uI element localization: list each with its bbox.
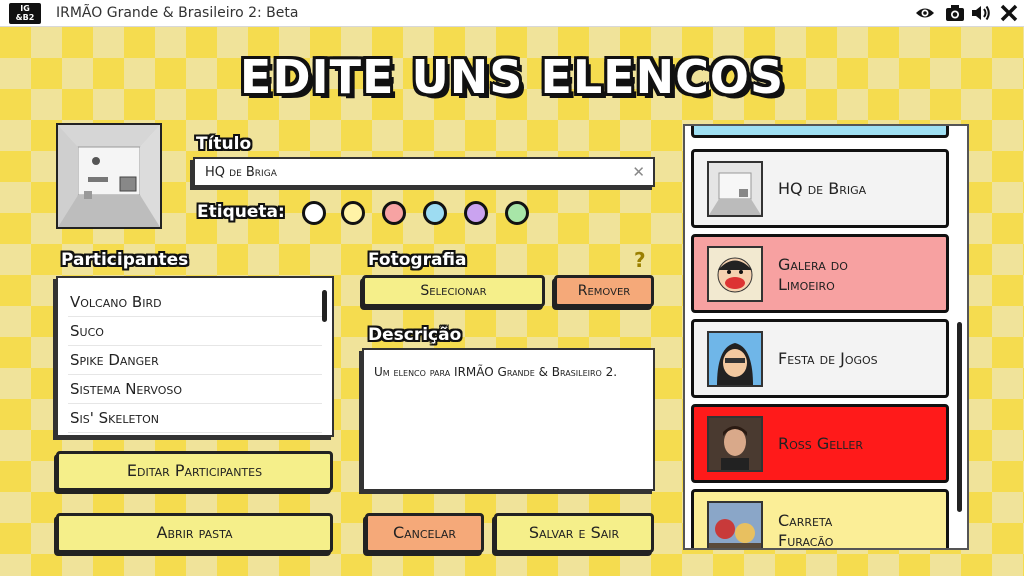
close-icon[interactable] [998, 3, 1020, 23]
logo-text-top: IG [20, 4, 30, 13]
cast-thumbnail-small [707, 331, 763, 387]
cast-list-scrollbar[interactable] [957, 322, 962, 512]
list-item[interactable]: Sistema Nervoso [68, 375, 322, 404]
edit-participants-button[interactable]: Editar Participantes [56, 451, 333, 491]
list-item[interactable]: Spike Danger [68, 346, 322, 375]
cast-name-text: Carreta Furacão [778, 511, 834, 550]
room-image [709, 163, 761, 215]
participants-list[interactable]: Volcano Bird Suco Spike Danger Sistema N… [56, 276, 334, 437]
cast-list-panel[interactable]: HQ de Briga Galera do Limoeiro Festa de … [683, 124, 969, 550]
cast-card-hq-de-briga[interactable]: HQ de Briga [691, 149, 949, 228]
app-logo: IG &B2 [9, 3, 41, 24]
list-item[interactable]: Sis' Skeleton [68, 404, 322, 433]
logo-text-bottom: &B2 [15, 13, 35, 22]
tag-color-purple[interactable] [464, 201, 488, 225]
tag-color-yellow[interactable] [341, 201, 365, 225]
list-item[interactable]: Suco [68, 317, 322, 346]
cast-name: Galera do Limoeiro [778, 255, 898, 295]
window-title: IRMÃO Grande & Brasileiro 2: Beta [56, 5, 299, 21]
open-folder-button[interactable]: Abrir pasta [56, 513, 333, 553]
photo-label: Fotografia [368, 250, 467, 270]
cast-thumbnail-small [707, 246, 763, 302]
cast-name: HQ de Briga [778, 179, 867, 198]
save-exit-button[interactable]: Salvar e Sair [494, 513, 654, 553]
cast-card-festa-de-jogos[interactable]: Festa de Jogos [691, 319, 949, 398]
anime-character-image [709, 333, 761, 385]
description-textarea[interactable]: Um elenco para IRMÃO Grande & Brasileiro… [362, 348, 655, 491]
tag-color-green[interactable] [505, 201, 529, 225]
cancel-button[interactable]: Cancelar [365, 513, 484, 553]
cast-card-partial[interactable] [691, 126, 949, 138]
remove-photo-button[interactable]: Remover [554, 275, 654, 307]
title-label: Título [196, 134, 252, 154]
participants-scrollbar[interactable] [322, 290, 327, 322]
description-label: Descrição [368, 325, 462, 345]
eye-icon[interactable] [914, 3, 936, 23]
cast-name-text: Galera do Limoeiro [778, 255, 848, 294]
portrait-image [709, 418, 761, 470]
cast-name: Ross Geller [778, 434, 864, 453]
cast-thumbnail-small [707, 501, 763, 548]
cast-thumbnail-small [707, 416, 763, 472]
cast-card-galera-do-limoeiro[interactable]: Galera do Limoeiro [691, 234, 949, 313]
room-image [58, 125, 160, 227]
cast-card-ross-geller[interactable]: Ross Geller [691, 404, 949, 483]
costume-characters-image [709, 503, 761, 548]
cast-thumbnail[interactable] [56, 123, 162, 229]
title-input-value[interactable]: HQ de Briga [205, 165, 277, 180]
cartoon-boy-image [709, 248, 761, 300]
tag-color-blue[interactable] [423, 201, 447, 225]
help-icon[interactable]: ? [634, 248, 646, 272]
cast-card-carreta-furacao[interactable]: Carreta Furacão [691, 489, 949, 550]
camera-icon[interactable] [944, 3, 966, 23]
list-item[interactable]: Volcano Bird [68, 288, 322, 317]
title-bar: IG &B2 IRMÃO Grande & Brasileiro 2: Beta [0, 0, 1024, 27]
cast-name: Festa de Jogos [778, 349, 878, 368]
page-title: EDITE UNS ELENCOS [239, 50, 785, 104]
tag-color-white[interactable] [302, 201, 326, 225]
cast-thumbnail-small [707, 161, 763, 217]
cast-name: Carreta Furacão [778, 511, 888, 550]
speaker-icon[interactable] [970, 3, 992, 23]
tag-color-red[interactable] [382, 201, 406, 225]
tag-label: Etiqueta: [197, 202, 285, 222]
participants-label: Participantes [61, 250, 189, 270]
title-input[interactable]: HQ de Briga ✕ [193, 157, 655, 187]
select-photo-button[interactable]: Selecionar [362, 275, 545, 307]
description-text[interactable]: Um elenco para IRMÃO Grande & Brasileiro… [364, 350, 653, 394]
clear-icon[interactable]: ✕ [632, 163, 645, 181]
